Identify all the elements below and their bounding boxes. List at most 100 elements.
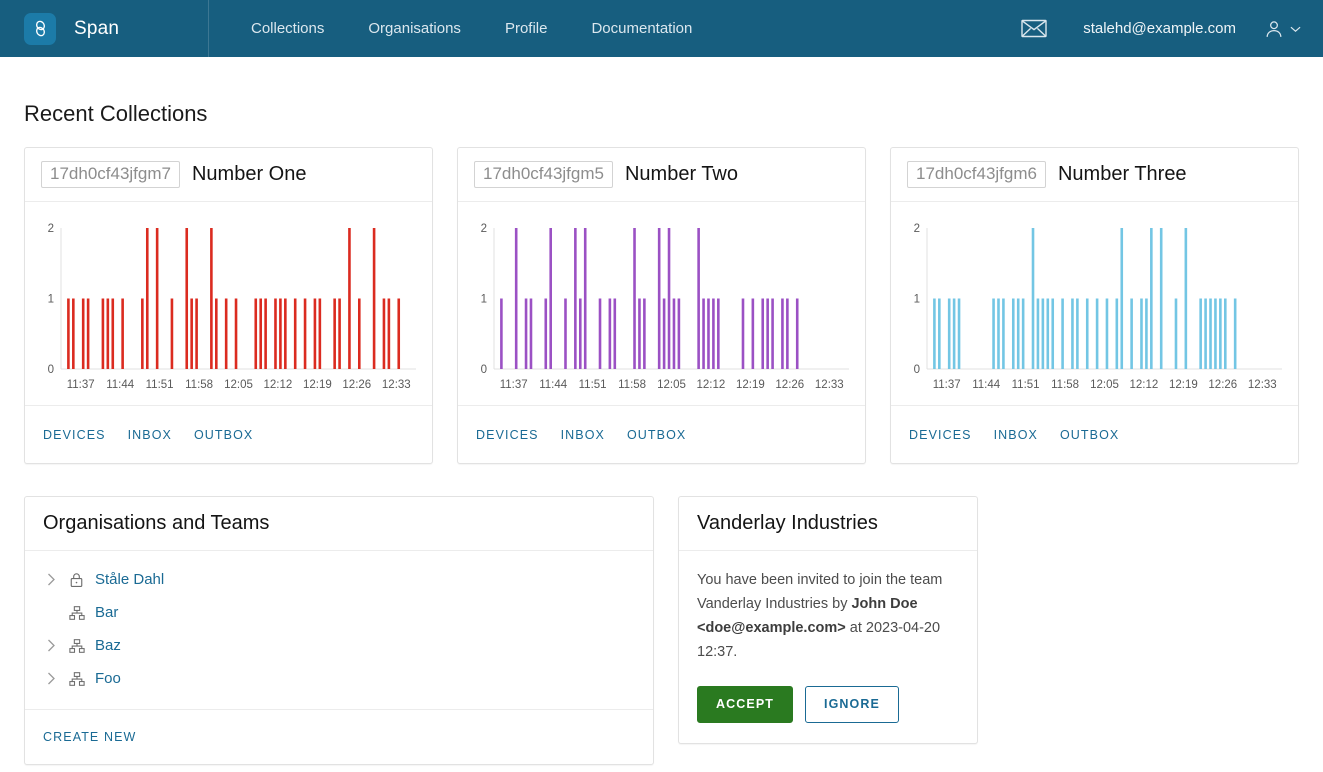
collection-card-header: 17dh0cf43jfgm5 Number Two xyxy=(458,148,865,202)
list-item-label[interactable]: Ståle Dahl xyxy=(95,571,164,588)
span-logo-icon xyxy=(24,12,56,45)
main-nav: Collections Organisations Profile Docume… xyxy=(209,0,714,57)
collection-card-footer: Devices Inbox Outbox xyxy=(891,405,1298,463)
lower-row: Organisations and Teams Ståle Dahl Bar B… xyxy=(24,496,1299,765)
user-icon xyxy=(1266,20,1282,37)
devices-link[interactable]: Devices xyxy=(43,428,106,442)
collection-card: 17dh0cf43jfgm5 Number Two 0 1 2 11:37 11:44 1… xyxy=(457,147,866,464)
svg-text:12:12: 12:12 xyxy=(264,379,293,391)
list-item-label[interactable]: Foo xyxy=(95,670,121,687)
inbox-link[interactable]: Inbox xyxy=(994,428,1038,442)
team-icon xyxy=(69,605,95,621)
account-menu-button[interactable] xyxy=(1254,19,1301,39)
collection-title: Number Three xyxy=(1057,163,1187,185)
svg-text:12:12: 12:12 xyxy=(1130,379,1159,391)
svg-text:12:19: 12:19 xyxy=(736,379,765,391)
collection-id-chip[interactable]: 17dh0cf43jfgm6 xyxy=(907,160,1046,189)
lock-icon xyxy=(69,572,95,588)
collection-id-chip[interactable]: 17dh0cf43jfgm5 xyxy=(474,160,613,189)
collection-card-header: 17dh0cf43jfgm6 Number Three xyxy=(891,148,1298,202)
accept-button[interactable]: Accept xyxy=(697,686,793,723)
collection-card: 17dh0cf43jfgm7 Number One 0 1 2 11:37 11:44 1… xyxy=(24,147,433,464)
organisations-footer: Create New xyxy=(25,709,653,764)
chevron-right-icon[interactable] xyxy=(47,639,69,652)
page-title: Recent Collections xyxy=(24,101,208,126)
svg-text:11:58: 11:58 xyxy=(618,379,646,391)
page-body: Recent Collections 17dh0cf43jfgm7 Number… xyxy=(0,57,1323,765)
svg-text:11:37: 11:37 xyxy=(500,379,528,391)
svg-text:12:19: 12:19 xyxy=(303,379,332,391)
outbox-link[interactable]: Outbox xyxy=(1060,428,1119,442)
svg-text:12:33: 12:33 xyxy=(382,379,411,391)
collection-chart-wrap: 0 1 2 11:37 11:44 11:51 11:58 12:05 12:12 12:19 12… xyxy=(891,202,1298,405)
svg-text:11:51: 11:51 xyxy=(579,379,607,391)
svg-text:12:33: 12:33 xyxy=(815,379,844,391)
collection-card-header: 17dh0cf43jfgm7 Number One xyxy=(25,148,432,202)
organisations-panel: Organisations and Teams Ståle Dahl Bar B… xyxy=(24,496,654,765)
chevron-down-icon xyxy=(1290,26,1301,32)
brand-name: Span xyxy=(74,17,120,39)
svg-text:1: 1 xyxy=(481,294,487,306)
svg-text:12:05: 12:05 xyxy=(1090,379,1119,391)
svg-text:1: 1 xyxy=(914,294,920,306)
outbox-link[interactable]: Outbox xyxy=(627,428,686,442)
chevron-right-icon[interactable] xyxy=(47,672,69,685)
team-icon xyxy=(69,671,95,687)
collection-bar-chart: 0 1 2 11:37 11:44 11:51 11:58 12:05 12:12 12:19 12… xyxy=(901,216,1288,399)
devices-link[interactable]: Devices xyxy=(909,428,972,442)
list-item[interactable]: Ståle Dahl xyxy=(25,563,653,596)
collection-bar-chart: 0 1 2 11:37 11:44 11:51 11:58 12:05 12:12 12:19 12… xyxy=(468,216,855,399)
svg-text:11:51: 11:51 xyxy=(1012,379,1040,391)
nav-item-collections[interactable]: Collections xyxy=(229,0,346,57)
inbox-link[interactable]: Inbox xyxy=(561,428,605,442)
svg-text:0: 0 xyxy=(48,364,54,376)
create-new-link[interactable]: Create New xyxy=(43,730,136,744)
svg-text:12:26: 12:26 xyxy=(1208,379,1237,391)
user-email: stalehd@example.com xyxy=(1083,20,1236,37)
header-right: stalehd@example.com xyxy=(1003,19,1323,39)
svg-text:12:05: 12:05 xyxy=(657,379,686,391)
svg-text:11:51: 11:51 xyxy=(146,379,174,391)
svg-text:11:37: 11:37 xyxy=(933,379,961,391)
brand[interactable]: Span xyxy=(0,0,208,57)
svg-text:11:58: 11:58 xyxy=(185,379,213,391)
organisations-list: Ståle Dahl Bar Baz Foo xyxy=(25,551,653,709)
team-icon xyxy=(69,638,95,654)
list-item-label[interactable]: Bar xyxy=(95,604,118,621)
nav-item-organisations[interactable]: Organisations xyxy=(346,0,483,57)
invite-actions: Accept Ignore xyxy=(679,664,977,743)
collection-title: Number Two xyxy=(624,163,738,185)
svg-text:2: 2 xyxy=(914,223,920,235)
invite-panel: Vanderlay Industries You have been invit… xyxy=(678,496,978,744)
svg-text:0: 0 xyxy=(914,364,920,376)
list-item[interactable]: Bar xyxy=(25,596,653,629)
svg-text:12:12: 12:12 xyxy=(697,379,726,391)
collection-title: Number One xyxy=(191,163,307,185)
svg-text:2: 2 xyxy=(481,223,487,235)
collection-chart-wrap: 0 1 2 11:37 11:44 11:51 11:58 12:05 12:12 12:19 12… xyxy=(458,202,865,405)
recent-collections-row: 17dh0cf43jfgm7 Number One 0 1 2 11:37 11:44 1… xyxy=(24,147,1299,464)
svg-text:12:19: 12:19 xyxy=(1169,379,1198,391)
list-item[interactable]: Baz xyxy=(25,629,653,662)
ignore-button[interactable]: Ignore xyxy=(805,686,899,723)
list-item-label[interactable]: Baz xyxy=(95,637,121,654)
app-header: Span Collections Organisations Profile D… xyxy=(0,0,1323,57)
chevron-right-icon[interactable] xyxy=(47,573,69,586)
inbox-link[interactable]: Inbox xyxy=(128,428,172,442)
nav-item-documentation[interactable]: Documentation xyxy=(569,0,714,57)
organisations-title: Organisations and Teams xyxy=(25,497,653,551)
devices-link[interactable]: Devices xyxy=(476,428,539,442)
outbox-link[interactable]: Outbox xyxy=(194,428,253,442)
collection-bar-chart: 0 1 2 11:37 11:44 11:51 11:58 12:05 12:12 12:19 12… xyxy=(35,216,422,399)
nav-item-profile[interactable]: Profile xyxy=(483,0,570,57)
collection-card: 17dh0cf43jfgm6 Number Three 0 1 2 11:37 11:4… xyxy=(890,147,1299,464)
svg-text:12:33: 12:33 xyxy=(1248,379,1277,391)
envelope-icon[interactable] xyxy=(1003,19,1065,38)
svg-text:1: 1 xyxy=(48,294,54,306)
svg-text:12:05: 12:05 xyxy=(224,379,253,391)
svg-text:11:44: 11:44 xyxy=(106,379,135,391)
svg-text:11:37: 11:37 xyxy=(67,379,95,391)
list-item[interactable]: Foo xyxy=(25,662,653,695)
svg-text:11:58: 11:58 xyxy=(1051,379,1079,391)
collection-id-chip[interactable]: 17dh0cf43jfgm7 xyxy=(41,160,180,189)
